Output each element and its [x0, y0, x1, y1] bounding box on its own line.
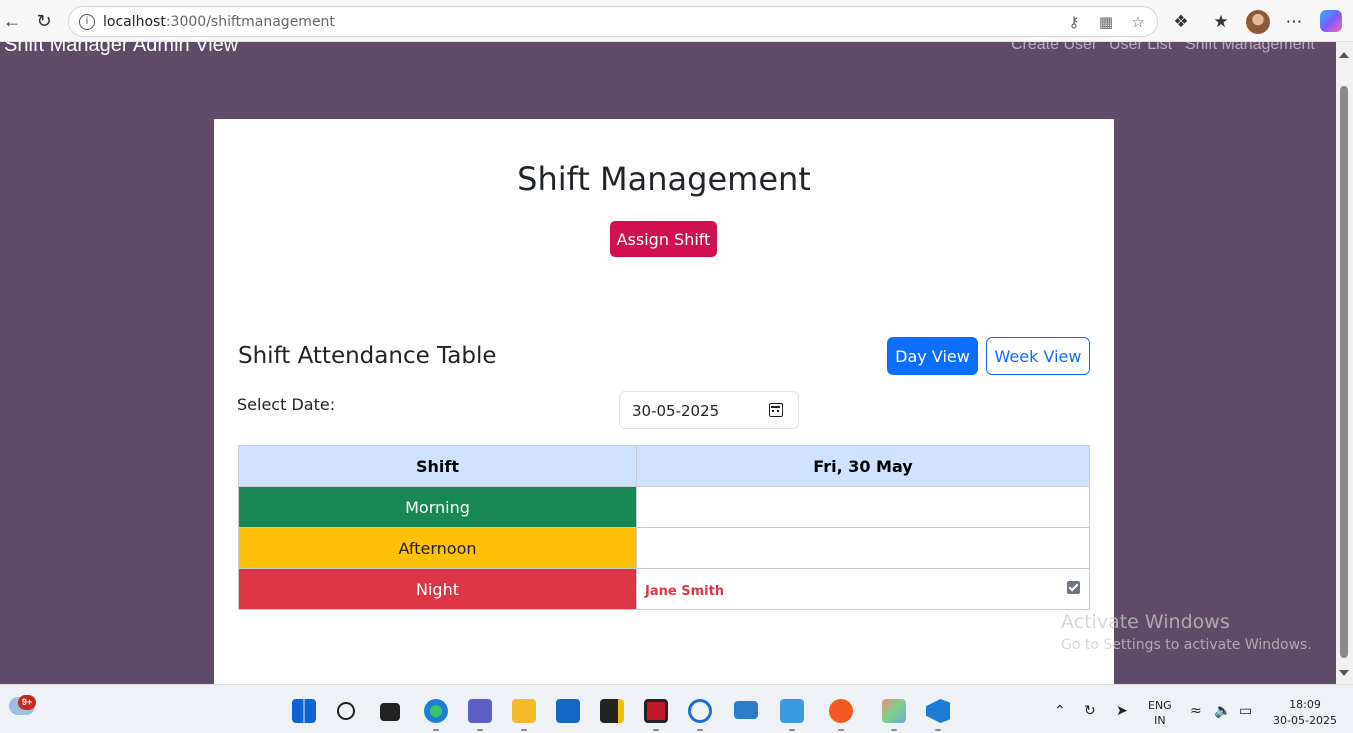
language-code: ENG: [1148, 699, 1172, 712]
teams-running-indicator: [477, 729, 483, 731]
key-icon[interactable]: ⚷: [1065, 13, 1083, 31]
table-header-row: Shift Fri, 30 May: [238, 445, 1090, 487]
main-card: Shift Management Assign Shift Shift Atte…: [214, 119, 1114, 684]
browser-toolbar: ← ↻ i localhost:3000/shiftmanagement ⚷ ▦…: [0, 0, 1353, 42]
shift-cell-night: Night: [238, 568, 637, 610]
back-icon[interactable]: ←: [0, 9, 24, 33]
shift-cell-morning: Morning: [238, 486, 637, 528]
date-input[interactable]: 30-05-2025: [619, 391, 799, 429]
remote-desktop-icon[interactable]: [734, 701, 758, 719]
region-code: IN: [1154, 714, 1166, 727]
navbar-brand[interactable]: Shift Manager Admin View: [4, 42, 238, 57]
page-scrollbar[interactable]: [1336, 42, 1353, 684]
attendance-checkbox[interactable]: [1067, 581, 1080, 594]
explorer-running-indicator: [521, 729, 527, 731]
volume-icon[interactable]: 🔈: [1214, 703, 1231, 719]
copilot-icon[interactable]: [1320, 10, 1342, 32]
teams-icon[interactable]: [468, 699, 492, 723]
sync-icon[interactable]: ↻: [1084, 703, 1096, 719]
column-header-shift: Shift: [238, 445, 637, 487]
slot-cell-night[interactable]: Jane Smith: [636, 568, 1090, 610]
column-header-date: Fri, 30 May: [636, 445, 1090, 487]
calendar-icon[interactable]: [769, 403, 783, 417]
attendance-table-title: Shift Attendance Table: [238, 343, 497, 369]
store-icon[interactable]: [556, 699, 580, 723]
battery-icon[interactable]: ▭: [1239, 703, 1252, 719]
scroll-down-arrow-icon[interactable]: [1339, 670, 1349, 676]
nav-link-create-user[interactable]: Create User: [1011, 42, 1097, 54]
favorites-icon[interactable]: ★: [1210, 11, 1232, 33]
git-running-indicator: [891, 729, 897, 731]
windows-taskbar: 9+ ⌃ ↻ ➤ ENG IN ≈ 🔈 ▭ 18:09 30-05-2025: [0, 684, 1353, 733]
windows-start-icon[interactable]: [292, 699, 316, 723]
search-icon[interactable]: [337, 702, 355, 720]
day-view-button[interactable]: Day View: [887, 337, 978, 375]
app-install-icon[interactable]: ▦: [1097, 13, 1115, 31]
vscode-icon[interactable]: [926, 699, 950, 723]
activate-windows-watermark: Activate Windows Go to Settings to activ…: [1061, 611, 1312, 653]
table-row: Night Jane Smith: [238, 568, 1090, 610]
url-text: localhost:3000/shiftmanagement: [103, 14, 335, 30]
postman-running-indicator: [838, 729, 844, 731]
shift-cell-afternoon: Afternoon: [238, 527, 637, 569]
chrome-running-indicator: [697, 729, 703, 731]
edge-running-indicator: [433, 729, 439, 731]
notepad-icon[interactable]: [780, 699, 804, 723]
page-title: Shift Management: [517, 160, 811, 198]
tray-overflow-icon[interactable]: ⌃: [1054, 703, 1066, 719]
table-row: Afternoon: [238, 527, 1090, 569]
profile-avatar[interactable]: [1246, 10, 1270, 34]
more-menu-icon[interactable]: ⋯: [1283, 11, 1305, 33]
watermark-title: Activate Windows: [1061, 611, 1230, 633]
site-info-icon[interactable]: i: [79, 14, 95, 30]
employee-name: Jane Smith: [645, 583, 725, 599]
notification-badge: 9+: [18, 695, 36, 710]
vscode-running-indicator: [935, 729, 941, 731]
sticky-app-icon[interactable]: [600, 699, 624, 723]
week-view-button[interactable]: Week View: [986, 337, 1090, 375]
language-indicator[interactable]: ENG IN: [1148, 699, 1172, 727]
date-value: 30-05-2025: [632, 402, 720, 420]
slot-cell-afternoon[interactable]: [636, 527, 1090, 569]
address-bar[interactable]: i localhost:3000/shiftmanagement ⚷ ▦ ☆: [68, 6, 1158, 37]
location-icon[interactable]: ➤: [1116, 703, 1128, 719]
edge-icon[interactable]: [424, 699, 448, 723]
table-row: Morning: [238, 486, 1090, 528]
shift-attendance-table: Shift Fri, 30 May Morning Afternoon Nigh…: [238, 445, 1090, 610]
clock[interactable]: 18:09 30-05-2025: [1270, 698, 1340, 727]
clock-date: 30-05-2025: [1273, 714, 1337, 727]
extensions-icon[interactable]: ❖: [1170, 11, 1192, 33]
task-view-icon[interactable]: [380, 703, 400, 721]
scroll-thumb[interactable]: [1340, 86, 1348, 658]
watermark-subtitle: Go to Settings to activate Windows.: [1061, 637, 1312, 653]
scroll-up-arrow-icon[interactable]: [1339, 52, 1349, 58]
chrome-like-icon[interactable]: [688, 699, 712, 723]
red-app-running-indicator: [653, 729, 659, 731]
git-app-icon[interactable]: [882, 699, 906, 723]
reload-icon[interactable]: ↻: [32, 9, 56, 33]
nav-link-shift-management[interactable]: Shift Management: [1185, 42, 1315, 54]
assign-shift-button[interactable]: Assign Shift: [610, 221, 717, 257]
select-date-label: Select Date:: [237, 395, 336, 414]
slot-cell-morning[interactable]: [636, 486, 1090, 528]
notepad-running-indicator: [789, 729, 795, 731]
clock-time: 18:09: [1289, 698, 1321, 711]
nav-link-user-list[interactable]: User List: [1109, 42, 1172, 54]
file-explorer-icon[interactable]: [512, 699, 536, 723]
wifi-icon[interactable]: ≈: [1190, 703, 1202, 719]
app-navbar: Shift Manager Admin View Create User Use…: [0, 42, 1336, 62]
red-app-icon[interactable]: [644, 699, 668, 723]
postman-icon[interactable]: [829, 699, 853, 723]
favorite-star-icon[interactable]: ☆: [1129, 13, 1147, 31]
